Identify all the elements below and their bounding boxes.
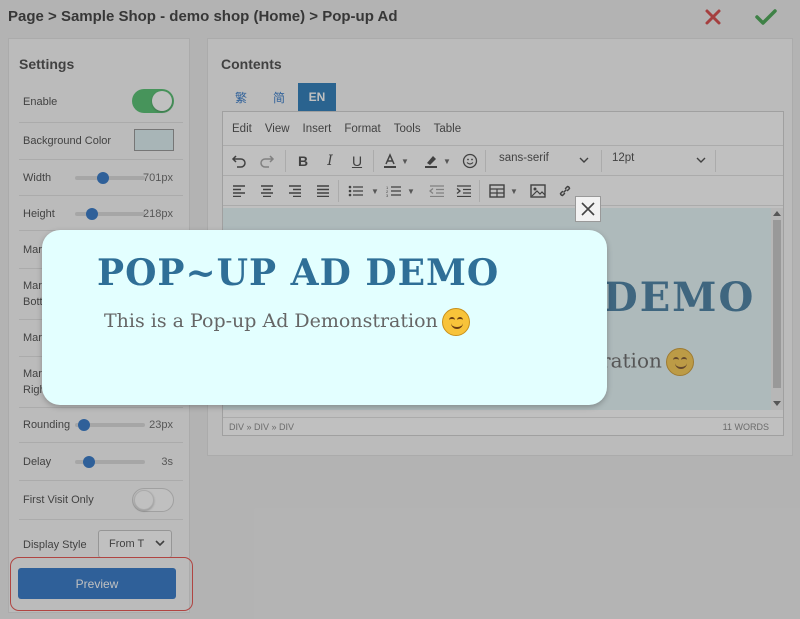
- popup-close-button[interactable]: [575, 196, 601, 222]
- smiling-face-icon: [441, 308, 470, 336]
- popup-subtitle-text: This is a Pop-up Ad Demonstration: [104, 310, 438, 332]
- popup-heading: POP~UP AD DEMO: [97, 252, 500, 294]
- popup-ad: POP~UP AD DEMO This is a Pop-up Ad Demon…: [42, 230, 607, 405]
- popup-subtitle: This is a Pop-up Ad Demonstration: [104, 308, 470, 336]
- close-icon: [581, 202, 595, 216]
